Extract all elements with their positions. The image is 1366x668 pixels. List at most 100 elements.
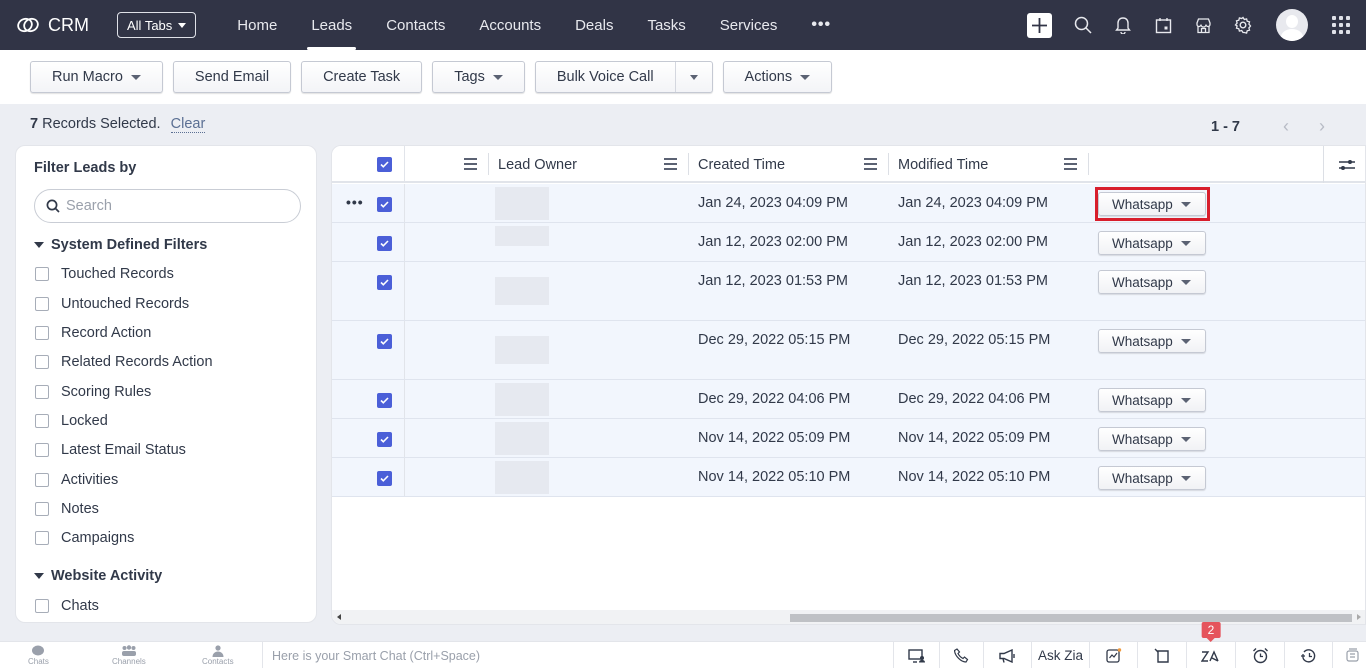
- table-row[interactable]: Nov 14, 2022 05:10 PM Nov 14, 2022 05:10 …: [332, 458, 1365, 497]
- row-checkbox[interactable]: [377, 393, 392, 408]
- all-tabs-dropdown[interactable]: All Tabs: [117, 12, 197, 38]
- table-row[interactable]: Dec 29, 2022 05:15 PM Dec 29, 2022 05:15 …: [332, 321, 1365, 380]
- tab-home[interactable]: Home: [220, 0, 294, 50]
- send-email-button[interactable]: Send Email: [172, 61, 292, 93]
- checkbox[interactable]: [35, 443, 49, 457]
- checkbox[interactable]: [35, 414, 49, 428]
- column-menu-icon[interactable]: [464, 158, 477, 170]
- tab-contacts[interactable]: Contacts: [369, 0, 462, 50]
- tab-services[interactable]: Services: [703, 0, 795, 50]
- smart-chat-input[interactable]: Here is your Smart Chat (Ctrl+Space): [262, 642, 892, 668]
- bulk-voice-call-dropdown[interactable]: [676, 62, 712, 92]
- previous-page-button[interactable]: ‹: [1278, 116, 1294, 137]
- notifications-button[interactable]: [1114, 16, 1132, 34]
- manage-columns-button[interactable]: [1338, 146, 1356, 183]
- checkbox[interactable]: [35, 385, 49, 399]
- phone-button[interactable]: [939, 642, 983, 668]
- clear-selection-link[interactable]: Clear: [170, 116, 206, 133]
- filter-chats[interactable]: Chats: [35, 598, 99, 614]
- reminders-button[interactable]: [1235, 642, 1284, 668]
- checkbox[interactable]: [35, 502, 49, 516]
- column-header-modified-time[interactable]: Modified Time: [898, 146, 988, 183]
- scroll-right-arrow-icon[interactable]: [1357, 614, 1361, 620]
- bottom-chats-button[interactable]: Chats: [28, 645, 49, 666]
- crm-logo[interactable]: CRM: [16, 15, 89, 36]
- calendar-button[interactable]: [1154, 16, 1172, 34]
- whatsapp-dropdown-button[interactable]: Whatsapp: [1098, 192, 1206, 216]
- row-checkbox[interactable]: [377, 236, 392, 251]
- tab-tasks[interactable]: Tasks: [630, 0, 702, 50]
- ask-zia-button[interactable]: Ask Zia: [1031, 642, 1089, 668]
- filter-locked[interactable]: Locked: [35, 413, 108, 429]
- filter-untouched-records[interactable]: Untouched Records: [35, 296, 189, 312]
- tab-accounts[interactable]: Accounts: [462, 0, 558, 50]
- row-checkbox[interactable]: [377, 471, 392, 486]
- checkbox[interactable]: [35, 531, 49, 545]
- checkbox[interactable]: [35, 326, 49, 340]
- filter-search-input[interactable]: [66, 198, 286, 214]
- messages-button[interactable]: [1332, 642, 1366, 668]
- section-system-defined-filters[interactable]: System Defined Filters: [34, 237, 207, 253]
- more-tabs-button[interactable]: •••: [794, 0, 848, 50]
- zia-notifications-button[interactable]: 2: [1186, 622, 1235, 668]
- bulk-voice-call-button[interactable]: Bulk Voice Call: [536, 62, 676, 92]
- section-website-activity[interactable]: Website Activity: [34, 568, 162, 584]
- filter-notes[interactable]: Notes: [35, 501, 99, 517]
- user-avatar[interactable]: [1276, 9, 1308, 41]
- actions-button[interactable]: Actions: [722, 61, 833, 93]
- scrollbar-thumb[interactable]: [790, 614, 1352, 622]
- settings-button[interactable]: [1234, 16, 1252, 34]
- whatsapp-dropdown-button[interactable]: Whatsapp: [1098, 466, 1206, 490]
- filter-record-action[interactable]: Record Action: [35, 325, 151, 341]
- tab-deals[interactable]: Deals: [558, 0, 630, 50]
- table-row[interactable]: Jan 12, 2023 01:53 PM Jan 12, 2023 01:53 …: [332, 262, 1365, 321]
- table-row[interactable]: Nov 14, 2022 05:09 PM Nov 14, 2022 05:09 …: [332, 419, 1365, 458]
- column-menu-icon[interactable]: [664, 158, 677, 170]
- table-row[interactable]: ••• Jan 24, 2023 04:09 PM Jan 24, 2023 04:…: [332, 184, 1365, 223]
- campaigns-button[interactable]: [983, 642, 1031, 668]
- analytics-button[interactable]: [1089, 642, 1137, 668]
- checkbox[interactable]: [35, 267, 49, 281]
- create-task-button[interactable]: Create Task: [301, 61, 423, 93]
- tags-button[interactable]: Tags: [432, 61, 525, 93]
- select-all-checkbox[interactable]: [377, 146, 392, 183]
- whatsapp-dropdown-button[interactable]: Whatsapp: [1098, 427, 1206, 451]
- filter-campaigns[interactable]: Campaigns: [35, 530, 134, 546]
- checkbox[interactable]: [35, 599, 49, 613]
- recent-items-button[interactable]: [1284, 642, 1332, 668]
- screen-share-button[interactable]: [893, 642, 939, 668]
- whatsapp-dropdown-button[interactable]: Whatsapp: [1098, 329, 1206, 353]
- create-new-button[interactable]: [1027, 12, 1052, 38]
- column-menu-icon[interactable]: [1064, 158, 1077, 170]
- search-button[interactable]: [1074, 16, 1092, 34]
- notes-button[interactable]: [1137, 642, 1186, 668]
- checkbox[interactable]: [35, 473, 49, 487]
- table-row[interactable]: Dec 29, 2022 04:06 PM Dec 29, 2022 04:06 …: [332, 380, 1365, 419]
- apps-grid-icon[interactable]: [1332, 16, 1350, 34]
- scroll-left-arrow-icon[interactable]: [337, 614, 341, 620]
- tab-leads[interactable]: Leads: [294, 0, 369, 50]
- row-checkbox[interactable]: [377, 334, 392, 349]
- checkbox[interactable]: [35, 297, 49, 311]
- run-macro-button[interactable]: Run Macro: [30, 61, 163, 93]
- whatsapp-dropdown-button[interactable]: Whatsapp: [1098, 231, 1206, 255]
- table-row[interactable]: Jan 12, 2023 02:00 PM Jan 12, 2023 02:00 …: [332, 223, 1365, 262]
- column-header-created-time[interactable]: Created Time: [698, 146, 785, 183]
- filter-search-box[interactable]: [34, 189, 301, 223]
- marketplace-button[interactable]: [1194, 16, 1212, 34]
- whatsapp-dropdown-button[interactable]: Whatsapp: [1098, 270, 1206, 294]
- filter-activities[interactable]: Activities: [35, 472, 118, 488]
- column-menu-icon[interactable]: [864, 158, 877, 170]
- row-checkbox[interactable]: [377, 197, 392, 212]
- bottom-channels-button[interactable]: Channels: [112, 645, 146, 666]
- row-checkbox[interactable]: [377, 432, 392, 447]
- filter-touched-records[interactable]: Touched Records: [35, 266, 174, 282]
- filter-scoring-rules[interactable]: Scoring Rules: [35, 384, 151, 400]
- whatsapp-dropdown-button[interactable]: Whatsapp: [1098, 388, 1206, 412]
- row-checkbox[interactable]: [377, 275, 392, 290]
- row-more-options-icon[interactable]: •••: [346, 194, 364, 210]
- next-page-button[interactable]: ›: [1314, 116, 1330, 137]
- filter-latest-email-status[interactable]: Latest Email Status: [35, 442, 186, 458]
- checkbox[interactable]: [35, 355, 49, 369]
- filter-related-records-action[interactable]: Related Records Action: [35, 354, 213, 370]
